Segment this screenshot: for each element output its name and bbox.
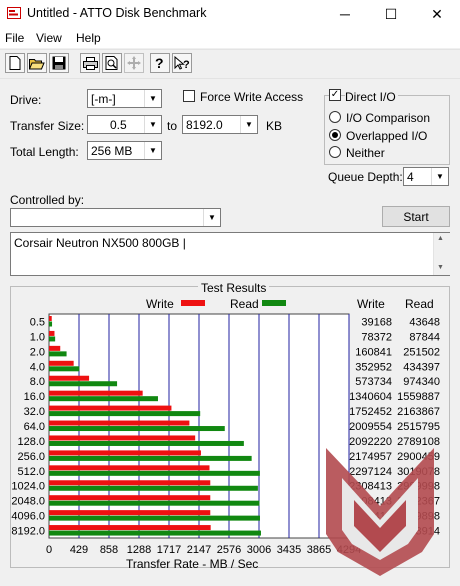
x-tick-label: 1288 xyxy=(127,544,151,556)
y-tick-label: 2.0 xyxy=(30,346,45,358)
write-bar xyxy=(49,316,52,321)
x-tick-label: 1717 xyxy=(157,544,181,556)
read-bar xyxy=(49,500,260,506)
write-bar xyxy=(49,510,211,516)
read-bar xyxy=(49,440,244,446)
write-bar xyxy=(49,495,211,501)
read-bar xyxy=(49,366,80,372)
y-tick-label: 8192.0 xyxy=(11,526,45,538)
y-tick-label: 64.0 xyxy=(24,421,45,433)
y-tick-label: 0.5 xyxy=(30,316,45,328)
write-value: 1340604 xyxy=(349,391,392,403)
read-value: 974340 xyxy=(403,376,440,388)
write-bar xyxy=(49,360,74,366)
read-bar xyxy=(49,396,158,402)
read-bar xyxy=(49,515,260,521)
read-value: 2789108 xyxy=(397,436,440,448)
read-bar xyxy=(49,351,67,357)
read-value: 87844 xyxy=(409,331,440,343)
write-value: 1752452 xyxy=(349,406,392,418)
y-tick-label: 1.0 xyxy=(30,331,45,343)
write-value: 573734 xyxy=(355,376,392,388)
write-value: 2092220 xyxy=(349,436,392,448)
write-bar xyxy=(49,420,190,426)
write-bar xyxy=(49,525,211,531)
y-tick-label: 4096.0 xyxy=(11,511,45,523)
write-bar xyxy=(49,330,55,336)
read-value: 1559887 xyxy=(397,391,440,403)
x-tick-label: 858 xyxy=(100,544,118,556)
read-value: 251502 xyxy=(403,346,440,358)
x-tick-label: 2576 xyxy=(217,544,241,556)
read-value: 434397 xyxy=(403,361,440,373)
x-tick-label: 2147 xyxy=(187,544,211,556)
read-value: 2515795 xyxy=(397,421,440,433)
write-bar xyxy=(49,390,143,396)
y-tick-label: 4.0 xyxy=(30,361,45,373)
write-value: 160841 xyxy=(355,346,392,358)
write-bar xyxy=(49,480,211,486)
y-tick-label: 16.0 xyxy=(24,391,45,403)
write-value: 39168 xyxy=(361,316,392,328)
x-tick-label: 3435 xyxy=(277,544,301,556)
read-value: 43648 xyxy=(409,316,440,328)
x-tick-label: 3006 xyxy=(247,544,271,556)
read-bar xyxy=(49,485,258,491)
write-value: 352952 xyxy=(355,361,392,373)
read-bar xyxy=(49,411,201,417)
read-bar xyxy=(49,381,118,387)
read-bar xyxy=(49,455,252,461)
y-tick-label: 8.0 xyxy=(30,376,45,388)
kitguru-logo xyxy=(326,448,434,576)
read-bar xyxy=(49,336,56,342)
y-tick-label: 512.0 xyxy=(17,466,45,478)
write-value: 2009554 xyxy=(349,421,392,433)
read-bar xyxy=(49,426,225,432)
write-bar xyxy=(49,405,172,411)
read-bar xyxy=(49,470,260,476)
write-bar xyxy=(49,450,201,456)
read-bar xyxy=(49,321,53,327)
write-bar xyxy=(49,345,61,351)
y-tick-label: 1024.0 xyxy=(11,481,45,493)
y-tick-label: 32.0 xyxy=(24,406,45,418)
x-tick-label: 0 xyxy=(46,544,52,556)
x-tick-label: 429 xyxy=(70,544,88,556)
write-bar xyxy=(49,435,196,441)
y-tick-label: 256.0 xyxy=(17,451,45,463)
read-value: 2163867 xyxy=(397,406,440,418)
read-bar xyxy=(49,530,261,536)
write-bar xyxy=(49,465,210,471)
y-tick-label: 128.0 xyxy=(17,436,45,448)
x-axis-label: Transfer Rate - MB / Sec xyxy=(126,557,259,571)
write-bar xyxy=(49,375,90,381)
y-tick-label: 2048.0 xyxy=(11,496,45,508)
write-value: 78372 xyxy=(361,331,392,343)
